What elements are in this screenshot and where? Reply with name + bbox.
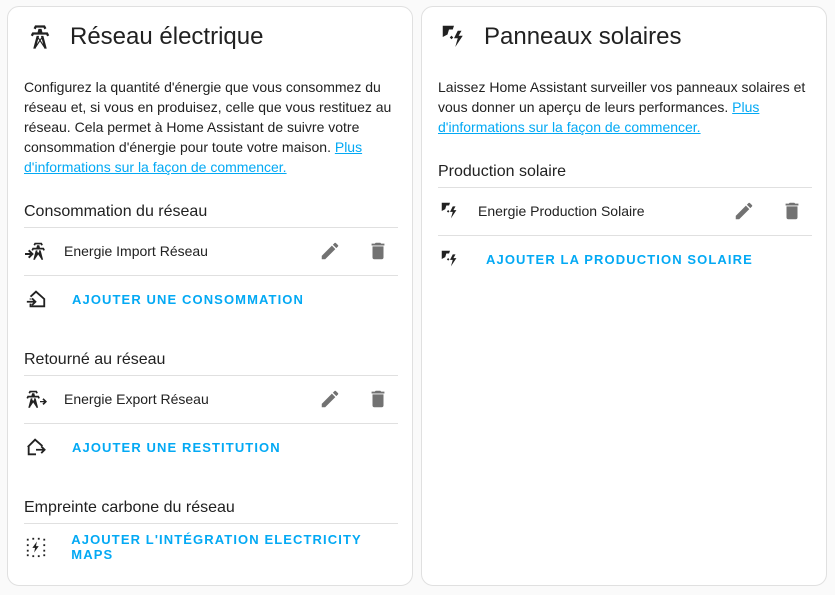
grid-return-title: Retourné au réseau — [24, 351, 166, 368]
home-export-icon — [24, 435, 48, 459]
trash-icon — [785, 202, 799, 220]
grid-return-label: Energie Export Réseau — [64, 391, 209, 407]
edit-button[interactable] — [310, 231, 350, 271]
transmission-tower-import-icon — [24, 239, 48, 263]
solar-production-title: Production solaire — [438, 163, 567, 180]
solar-card-description: Laissez Home Assistant surveiller vos pa… — [438, 77, 812, 137]
solar-production-label: Energie Production Solaire — [478, 203, 645, 219]
solar-energy-card: Panneaux solaires Laissez Home Assistant… — [421, 6, 827, 586]
add-solar-production-label: AJOUTER LA PRODUCTION SOLAIRE — [486, 251, 753, 267]
delete-button[interactable] — [358, 231, 398, 271]
grid-return-row: Energie Export Réseau — [24, 376, 398, 422]
add-return-label: AJOUTER UNE RESTITUTION — [72, 439, 281, 455]
pencil-icon — [735, 202, 753, 220]
grid-consumption-label: Energie Import Réseau — [64, 243, 208, 259]
add-return-button[interactable]: AJOUTER UNE RESTITUTION — [24, 424, 398, 470]
delete-button[interactable] — [772, 191, 812, 231]
add-electricity-maps-button[interactable]: AJOUTER L'INTÉGRATION ELECTRICITY MAPS — [24, 524, 398, 570]
add-consumption-label: AJOUTER UNE CONSOMMATION — [72, 291, 304, 307]
add-electricity-maps-label: AJOUTER L'INTÉGRATION ELECTRICITY MAPS — [71, 532, 362, 562]
solar-power-icon — [438, 21, 470, 53]
grid-card-header: Réseau électrique — [24, 21, 263, 53]
delete-button[interactable] — [358, 379, 398, 419]
solar-card-title: Panneaux solaires — [484, 23, 682, 50]
grid-energy-card: Réseau électrique Configurez la quantité… — [7, 6, 413, 586]
solar-power-icon — [438, 199, 462, 223]
trash-icon — [371, 242, 385, 260]
solar-card-header: Panneaux solaires — [438, 21, 681, 53]
transmission-tower-export-icon — [24, 387, 48, 411]
grid-consumption-title: Consommation du réseau — [24, 203, 208, 220]
pencil-icon — [321, 390, 339, 408]
add-consumption-button[interactable]: AJOUTER UNE CONSOMMATION — [24, 276, 398, 322]
transmission-tower-icon — [24, 21, 56, 53]
grid-co2-title: Empreinte carbone du réseau — [24, 499, 235, 516]
edit-button[interactable] — [310, 379, 350, 419]
edit-button[interactable] — [724, 191, 764, 231]
trash-icon — [371, 390, 385, 408]
solar-production-row: Energie Production Solaire — [438, 188, 812, 234]
grid-consumption-row: Energie Import Réseau — [24, 228, 398, 274]
pencil-icon — [321, 242, 339, 260]
grid-card-title: Réseau électrique — [70, 23, 264, 50]
home-import-icon — [24, 287, 48, 311]
lightning-dashed-icon — [24, 535, 47, 559]
grid-card-description: Configurez la quantité d'énergie que vou… — [24, 77, 398, 177]
add-solar-production-button[interactable]: AJOUTER LA PRODUCTION SOLAIRE — [438, 236, 812, 282]
solar-power-icon — [438, 247, 462, 271]
